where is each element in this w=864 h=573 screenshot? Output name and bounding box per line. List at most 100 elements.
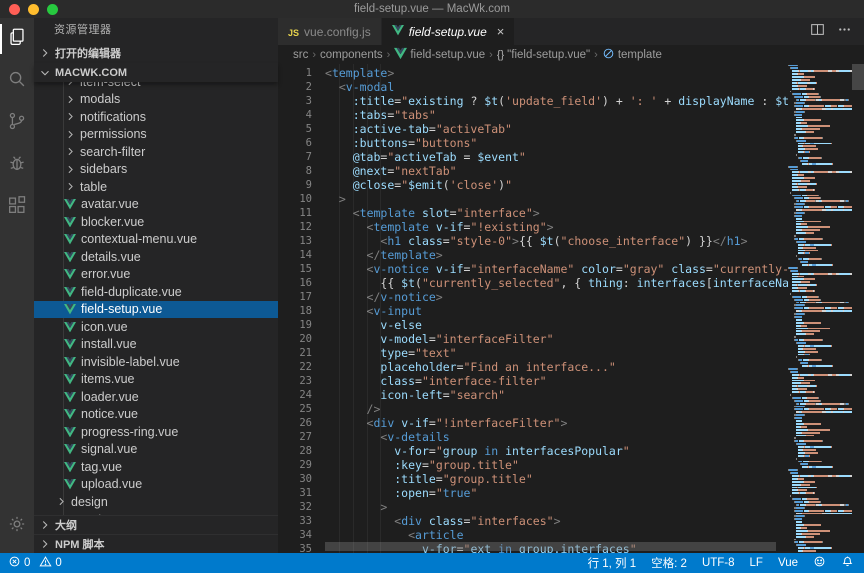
code-line[interactable]: 22 placeholder="Find an interface..." — [278, 360, 788, 374]
code-line[interactable]: 10 > — [278, 192, 788, 206]
tree-item-sidebars[interactable]: sidebars — [34, 161, 278, 179]
code-line[interactable]: 30 :title="group.title" — [278, 472, 788, 486]
code-line[interactable]: 9 @close="$emit('close')" — [278, 178, 788, 192]
tree-item-blocker-vue[interactable]: blocker.vue — [34, 213, 278, 231]
tree-item-design[interactable]: design — [34, 493, 278, 511]
horizontal-scrollbar[interactable] — [325, 542, 776, 551]
breadcrumb-item-field-setupvue[interactable]: {}"field-setup.vue" — [497, 49, 590, 61]
tree-item-field-setup-vue[interactable]: field-setup.vue — [34, 301, 278, 319]
status-11[interactable]: 行 1, 列 1 — [588, 555, 637, 571]
open-editors-section[interactable]: 打开的编辑器 — [34, 43, 278, 63]
tree-item-events[interactable]: events — [34, 511, 278, 516]
code-line[interactable]: 18 <v-input — [278, 304, 788, 318]
vertical-scrollbar[interactable] — [852, 64, 864, 90]
code-line[interactable]: 27 <v-details — [278, 430, 788, 444]
tree-item-notice-vue[interactable]: notice.vue — [34, 406, 278, 424]
sidebar-section-大纲[interactable]: 大纲 — [34, 515, 278, 534]
status-errors[interactable]: 0 — [8, 555, 30, 571]
activity-debug-button[interactable] — [0, 144, 34, 186]
tree-item-icon-vue[interactable]: icon.vue — [34, 318, 278, 336]
code-line[interactable]: 14 </template> — [278, 248, 788, 262]
code-line[interactable]: 12 <template v-if="!existing"> — [278, 220, 788, 234]
tab-field-setup-vue[interactable]: field-setup.vue× — [382, 18, 516, 45]
minimap[interactable] — [788, 64, 852, 553]
split-editor-icon[interactable] — [810, 22, 825, 42]
tree-item-permissions[interactable]: permissions — [34, 126, 278, 144]
status-2[interactable]: 空格: 2 — [651, 555, 687, 571]
tree-item-search-filter[interactable]: search-filter — [34, 143, 278, 161]
code-line[interactable]: 7 @tab="activeTab = $event" — [278, 150, 788, 164]
tree-item-upload-vue[interactable]: upload.vue — [34, 476, 278, 494]
code-line[interactable]: 20 v-model="interfaceFilter" — [278, 332, 788, 346]
status-UTF8[interactable]: UTF-8 — [702, 557, 735, 569]
minimize-window-button[interactable] — [28, 4, 39, 15]
code-line[interactable]: 15 <v-notice v-if="interfaceName" color=… — [278, 262, 788, 276]
line-content: {{ $t("currently_selected", { thing: int… — [312, 276, 788, 290]
tree-item-signal-vue[interactable]: signal.vue — [34, 441, 278, 459]
close-window-button[interactable] — [9, 4, 20, 15]
code-line[interactable]: 25 /> — [278, 402, 788, 416]
tree-item-loader-vue[interactable]: loader.vue — [34, 388, 278, 406]
status-LF[interactable]: LF — [750, 557, 763, 569]
close-icon[interactable]: × — [497, 25, 505, 38]
code-line[interactable]: 1<template> — [278, 66, 788, 80]
status-bell[interactable] — [841, 555, 854, 571]
tree-item-notifications[interactable]: notifications — [34, 108, 278, 126]
code-line[interactable]: 6 :buttons="buttons" — [278, 136, 788, 150]
code-line[interactable]: 8 @next="nextTab" — [278, 164, 788, 178]
tree-item-item-select[interactable]: item-select — [34, 82, 278, 91]
code-line[interactable]: 23 class="interface-filter" — [278, 374, 788, 388]
tree-item-items-vue[interactable]: items.vue — [34, 371, 278, 389]
code-line[interactable]: 4 :tabs="tabs" — [278, 108, 788, 122]
maximize-window-button[interactable] — [47, 4, 58, 15]
code-line[interactable]: 21 type="text" — [278, 346, 788, 360]
project-root-section[interactable]: MACWK.COM — [34, 63, 278, 82]
status-warnings[interactable]: 0 — [39, 555, 61, 571]
activity-source-control-button[interactable] — [0, 102, 34, 144]
code-line[interactable]: 31 :open="true" — [278, 486, 788, 500]
tree-item-contextual-menu-vue[interactable]: contextual-menu.vue — [34, 231, 278, 249]
breadcrumb-item-template[interactable]: template — [602, 47, 662, 63]
status-feedback[interactable] — [813, 555, 826, 571]
line-number: 13 — [278, 234, 312, 248]
tree-item-details-vue[interactable]: details.vue — [34, 248, 278, 266]
activity-extensions-button[interactable] — [0, 186, 34, 228]
code-line[interactable]: 5 :active-tab="activeTab" — [278, 122, 788, 136]
tree-item-install-vue[interactable]: install.vue — [34, 336, 278, 354]
sidebar-section-NPM 脚本[interactable]: NPM 脚本 — [34, 534, 278, 553]
tree-item-avatar-vue[interactable]: avatar.vue — [34, 196, 278, 214]
code-line[interactable]: 28 v-for="group in interfacesPopular" — [278, 444, 788, 458]
code-line[interactable]: 3 :title="existing ? $t('update_field') … — [278, 94, 788, 108]
code-line[interactable]: 11 <template slot="interface"> — [278, 206, 788, 220]
code-line[interactable]: 33 <div class="interfaces"> — [278, 514, 788, 528]
code-line[interactable]: 32 > — [278, 500, 788, 514]
breadcrumb-item-field-setupvue[interactable]: field-setup.vue — [394, 47, 485, 63]
code-line[interactable]: 29 :key="group.title" — [278, 458, 788, 472]
breadcrumb-item-components[interactable]: components — [320, 49, 383, 61]
code-line[interactable]: 34 <article — [278, 528, 788, 542]
code-line[interactable]: 26 <div v-if="!interfaceFilter"> — [278, 416, 788, 430]
tab-vue-config-js[interactable]: JSvue.config.js — [278, 18, 382, 45]
tree-item-label: icon.vue — [79, 320, 128, 334]
code-line[interactable]: 13 <h1 class="style-0">{{ $t("choose_int… — [278, 234, 788, 248]
tree-item-error-vue[interactable]: error.vue — [34, 266, 278, 284]
code-editor[interactable]: 1<template>2 <v-modal3 :title="existing … — [278, 64, 864, 553]
more-actions-icon[interactable] — [837, 22, 852, 42]
tree-item-table[interactable]: table — [34, 178, 278, 196]
code-line[interactable]: 24 icon-left="search" — [278, 388, 788, 402]
tree-item-field-duplicate-vue[interactable]: field-duplicate.vue — [34, 283, 278, 301]
activity-search-button[interactable] — [0, 60, 34, 102]
tree-item-progress-ring-vue[interactable]: progress-ring.vue — [34, 423, 278, 441]
vue-file-icon — [64, 217, 79, 228]
status-Vue[interactable]: Vue — [778, 557, 798, 569]
code-line[interactable]: 16 {{ $t("currently_selected", { thing: … — [278, 276, 788, 290]
tree-item-tag-vue[interactable]: tag.vue — [34, 458, 278, 476]
code-line[interactable]: 19 v-else — [278, 318, 788, 332]
breadcrumb-item-src[interactable]: src — [293, 49, 308, 61]
activity-settings-button[interactable] — [0, 505, 34, 547]
code-line[interactable]: 2 <v-modal — [278, 80, 788, 94]
activity-explorer-button[interactable] — [0, 18, 34, 60]
tree-item-modals[interactable]: modals — [34, 91, 278, 109]
tree-item-invisible-label-vue[interactable]: invisible-label.vue — [34, 353, 278, 371]
code-line[interactable]: 17 </v-notice> — [278, 290, 788, 304]
